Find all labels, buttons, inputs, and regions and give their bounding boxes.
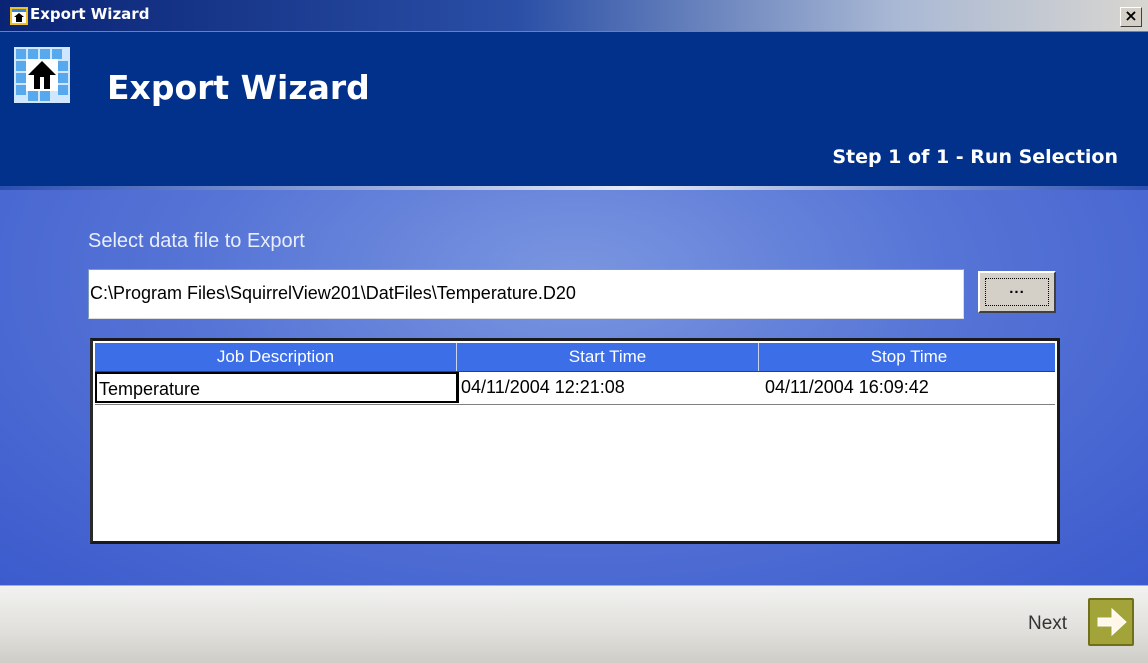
table-row[interactable]: Temperature 04/11/2004 12:21:08 04/11/20… xyxy=(95,372,1055,405)
step-indicator: Step 1 of 1 - Run Selection xyxy=(832,146,1118,168)
runs-table[interactable]: Job Description Start Time Stop Time Tem… xyxy=(90,338,1060,544)
arrow-right-icon xyxy=(1097,607,1127,637)
title-bar: Export Wizard × xyxy=(0,0,1148,32)
column-header-stop-time[interactable]: Stop Time xyxy=(759,343,1059,371)
close-icon: × xyxy=(1124,6,1138,25)
next-button[interactable] xyxy=(1088,598,1134,646)
export-wizard-icon xyxy=(14,47,70,103)
cell-start-time: 04/11/2004 12:21:08 xyxy=(461,377,625,397)
export-wizard-icon xyxy=(10,7,28,25)
next-label[interactable]: Next xyxy=(1028,613,1067,635)
cell-stop-time: 04/11/2004 16:09:42 xyxy=(765,377,929,397)
table-header: Job Description Start Time Stop Time xyxy=(95,343,1055,372)
cell-job-description[interactable]: Temperature xyxy=(95,372,459,403)
column-header-start-time[interactable]: Start Time xyxy=(457,343,759,371)
select-file-label: Select data file to Export xyxy=(88,230,305,252)
wizard-body: Select data file to Export C:\Program Fi… xyxy=(0,190,1148,585)
column-header-job-description[interactable]: Job Description xyxy=(95,343,457,371)
browse-button[interactable]: ... xyxy=(978,271,1056,313)
wizard-footer: Next xyxy=(0,585,1148,663)
window-title: Export Wizard xyxy=(30,5,150,23)
wizard-header: Export Wizard Step 1 of 1 - Run Selectio… xyxy=(0,32,1148,186)
close-button[interactable]: × xyxy=(1120,7,1142,27)
file-path-input[interactable]: C:\Program Files\SquirrelView201\DatFile… xyxy=(88,269,964,319)
browse-button-label: ... xyxy=(985,278,1049,306)
header-title: Export Wizard xyxy=(107,68,370,107)
